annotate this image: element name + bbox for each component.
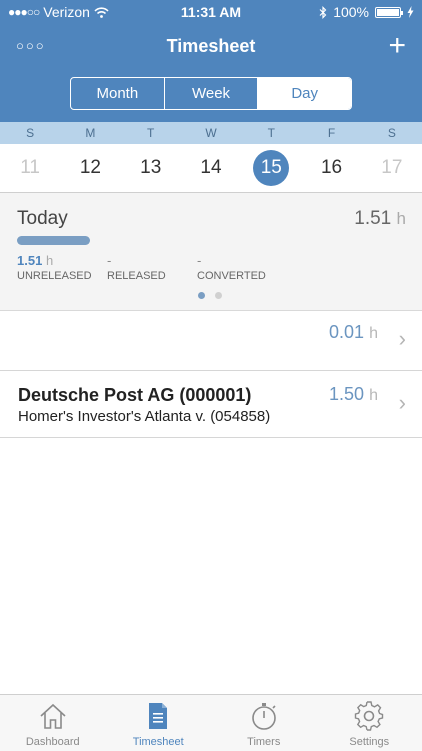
tab-label: Timesheet bbox=[106, 736, 212, 748]
entry-client: Deutsche Post AG (000001) bbox=[18, 385, 251, 406]
document-icon bbox=[143, 701, 173, 731]
page-title: Timesheet bbox=[0, 36, 422, 57]
stat-released: - RELEASED bbox=[107, 253, 166, 282]
weekday-label: S bbox=[362, 122, 422, 144]
segment-month[interactable]: Month bbox=[71, 78, 165, 109]
tab-label: Settings bbox=[317, 736, 422, 748]
tab-bar: Dashboard Timesheet Timers Settings bbox=[0, 694, 422, 751]
date-strip: 11 12 13 14 15 16 17 bbox=[0, 144, 422, 193]
stat-converted: - CONVERTED bbox=[197, 253, 266, 282]
weekday-label: W bbox=[181, 122, 241, 144]
page-dot bbox=[215, 292, 222, 299]
gear-icon bbox=[354, 701, 384, 731]
date-cell[interactable]: 14 bbox=[181, 144, 241, 192]
page-dot-active bbox=[198, 292, 205, 299]
add-entry-button[interactable]: + bbox=[388, 31, 406, 61]
tab-label: Dashboard bbox=[0, 736, 106, 748]
weekday-label: F bbox=[301, 122, 361, 144]
segment-week[interactable]: Week bbox=[165, 78, 259, 109]
tab-timesheet[interactable]: Timesheet bbox=[106, 695, 212, 751]
battery-percent: 100% bbox=[333, 4, 369, 20]
nav-header: ●●●○○ Verizon 11:31 AM 100% ○○○ Timeshee… bbox=[0, 0, 422, 122]
day-summary: Today 1.51 h 1.51 h UNRELEASED - RELEASE… bbox=[0, 193, 422, 311]
view-segmented-control: Month Week Day bbox=[70, 77, 352, 110]
entry-matter: Homer's Investor's Atlanta v. (054858) bbox=[18, 408, 270, 425]
stopwatch-icon bbox=[249, 701, 279, 731]
entry-hours: 0.01 h bbox=[329, 322, 378, 343]
date-cell[interactable]: 17 bbox=[362, 144, 422, 192]
weekday-label: T bbox=[241, 122, 301, 144]
status-bar: ●●●○○ Verizon 11:31 AM 100% bbox=[0, 0, 422, 24]
bluetooth-icon bbox=[319, 6, 327, 19]
weekday-label: S bbox=[0, 122, 60, 144]
date-cell[interactable]: 12 bbox=[60, 144, 120, 192]
summary-title: Today bbox=[17, 208, 68, 230]
house-icon bbox=[38, 701, 68, 731]
date-cell-selected[interactable]: 15 bbox=[241, 144, 301, 192]
date-cell[interactable]: 13 bbox=[121, 144, 181, 192]
weekday-label: M bbox=[60, 122, 120, 144]
page-indicator[interactable] bbox=[198, 292, 222, 299]
time-entry-row[interactable]: 0.01 h › bbox=[0, 311, 422, 371]
hours-progress-bar bbox=[17, 236, 90, 245]
entry-hours: 1.50 h bbox=[329, 384, 378, 405]
tab-timers[interactable]: Timers bbox=[211, 695, 317, 751]
tab-label: Timers bbox=[211, 736, 317, 748]
summary-total: 1.51 h bbox=[354, 208, 406, 230]
weekday-label: T bbox=[121, 122, 181, 144]
date-cell[interactable]: 16 bbox=[301, 144, 361, 192]
weekday-strip: S M T W T F S bbox=[0, 122, 422, 144]
charging-icon bbox=[407, 6, 414, 18]
chevron-right-icon: › bbox=[399, 326, 406, 352]
tab-settings[interactable]: Settings bbox=[317, 695, 422, 751]
time-entry-row[interactable]: Deutsche Post AG (000001) Homer's Invest… bbox=[0, 371, 422, 438]
segment-day[interactable]: Day bbox=[258, 78, 351, 109]
battery-icon bbox=[375, 7, 401, 18]
chevron-right-icon: › bbox=[399, 390, 406, 416]
stat-unreleased: 1.51 h UNRELEASED bbox=[17, 253, 92, 282]
tab-dashboard[interactable]: Dashboard bbox=[0, 695, 106, 751]
date-cell[interactable]: 11 bbox=[0, 144, 60, 192]
